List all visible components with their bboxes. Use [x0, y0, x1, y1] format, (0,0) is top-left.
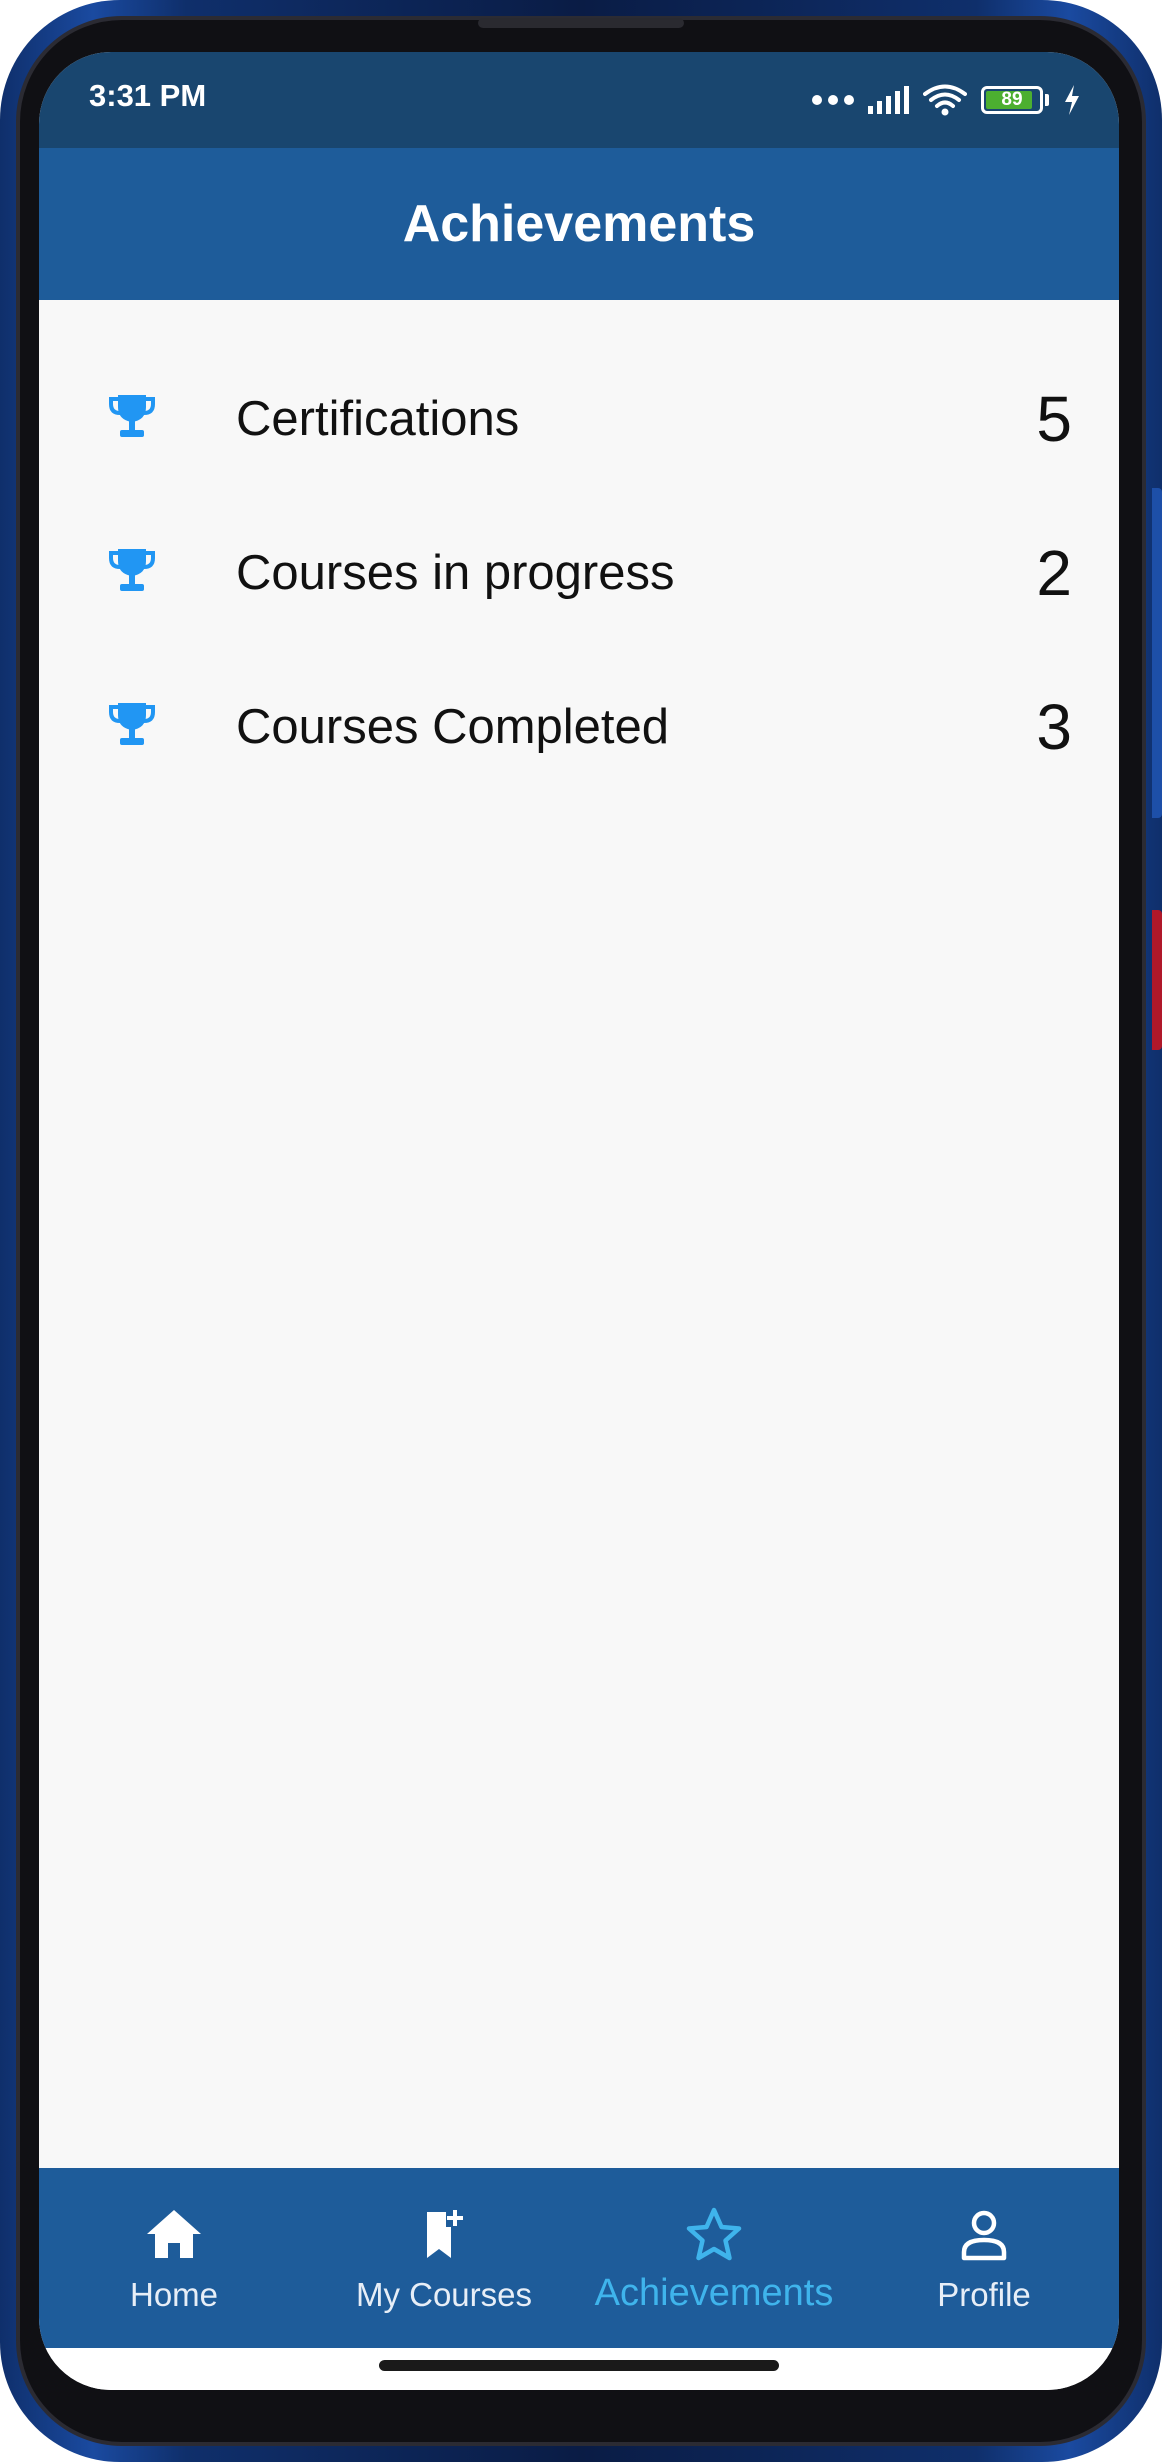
achievement-label: Courses Completed: [236, 700, 670, 754]
list-item[interactable]: Courses Completed 3: [39, 650, 1119, 804]
achievement-label: Certifications: [236, 392, 520, 446]
phone-frame: 3:31 PM 89 Achievements Certifications 5…: [0, 0, 1162, 2462]
achievement-count: 2: [1036, 537, 1072, 609]
bottom-navigation: Home My Courses Achievements Profile: [39, 2168, 1119, 2348]
nav-label-home: Home: [129, 2276, 219, 2313]
achievement-count: 5: [1036, 383, 1072, 455]
battery-icon: 89: [981, 86, 1043, 114]
list-item[interactable]: Courses in progress 2: [39, 496, 1119, 650]
person-icon: [961, 2210, 1007, 2261]
cell-signal-icon: [868, 86, 909, 114]
status-time: 3:31 PM: [89, 78, 207, 113]
status-bar: 3:31 PM 89: [39, 52, 1119, 148]
app-bar: Achievements: [39, 148, 1119, 300]
nav-item-my-courses[interactable]: My Courses: [309, 2168, 579, 2348]
status-icons: 89: [812, 80, 1081, 120]
nav-label-my-courses: My Courses: [355, 2276, 533, 2313]
battery-cap: [1045, 94, 1049, 106]
gesture-area: [39, 2348, 1119, 2390]
home-indicator[interactable]: [379, 2360, 779, 2371]
screen: 3:31 PM 89 Achievements Certifications 5…: [39, 52, 1119, 2390]
achievement-label: Courses in progress: [236, 546, 675, 600]
nav-label-profile: Profile: [937, 2276, 1031, 2313]
battery-level: 89: [1001, 89, 1023, 110]
volume-button: [1152, 488, 1162, 818]
bookmark-add-icon: [427, 2209, 464, 2258]
nav-item-home[interactable]: Home: [39, 2168, 309, 2348]
page-title: Achievements: [402, 195, 756, 253]
charging-icon: [1065, 85, 1079, 115]
nav-item-profile[interactable]: Profile: [849, 2168, 1119, 2348]
trophy-icon: [109, 549, 155, 591]
earpiece-speaker: [478, 18, 684, 28]
nav-item-achievements[interactable]: Achievements: [579, 2168, 849, 2348]
list-item[interactable]: Certifications 5: [39, 342, 1119, 496]
trophy-icon: [109, 703, 155, 745]
more-notifications-icon: [812, 95, 854, 105]
power-button: [1152, 910, 1162, 1050]
achievements-list: Certifications 5 Courses in progress 2 C…: [39, 342, 1119, 804]
wifi-icon: [923, 84, 967, 116]
nav-label-achievements: Achievements: [594, 2272, 834, 2314]
trophy-icon: [109, 395, 155, 437]
achievement-count: 3: [1036, 691, 1072, 763]
home-icon: [147, 2210, 201, 2258]
star-icon: [686, 2207, 742, 2261]
